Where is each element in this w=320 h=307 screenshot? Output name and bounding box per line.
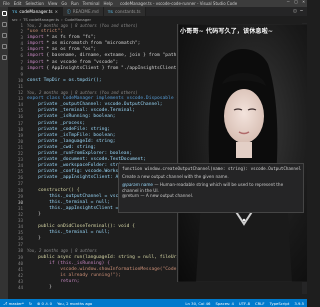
sync-icon[interactable]: ↻: [29, 301, 32, 306]
problems-status[interactable]: ⊗ 0 ⚠ 0: [37, 301, 52, 306]
run-debug-icon[interactable]: [1, 44, 7, 49]
menu-run[interactable]: Run: [71, 1, 79, 6]
split-editor-icon[interactable]: ◫: [294, 9, 297, 14]
breadcrumb-file[interactable]: TS codeManager.ts: [23, 17, 59, 22]
source-control-icon[interactable]: [1, 33, 7, 38]
breadcrumb-folder[interactable]: src: [12, 17, 18, 22]
line-number: 44: [17, 285, 23, 291]
language-mode[interactable]: TypeScript: [270, 301, 290, 306]
menu-view[interactable]: View: [48, 1, 58, 6]
tab-constants[interactable]: TS constants.ts: [103, 7, 146, 16]
indentation[interactable]: Spaces: 4: [215, 301, 233, 306]
cursor-position[interactable]: Ln 30, Col 46: [185, 301, 210, 306]
breadcrumb-symbol[interactable]: CodeManager: [65, 17, 91, 22]
tooltip-returns: @return — A new output channel.: [122, 193, 194, 198]
typescript-file-icon: TS: [12, 9, 18, 14]
chevron-right-icon: ›: [19, 16, 22, 22]
menu-go[interactable]: Go: [61, 1, 67, 6]
breadcrumb: src › TS codeManager.ts › CodeManager: [8, 16, 91, 22]
encoding[interactable]: UTF-8: [239, 301, 250, 306]
tab-readme[interactable]: ⓘ README.md: [62, 7, 104, 16]
menu-bar: File Edit Selection View Go Run Terminal…: [0, 1, 113, 6]
git-blame-status[interactable]: You, 2 months ago: [57, 301, 92, 306]
typescript-file-icon: TS: [107, 9, 114, 14]
menu-edit[interactable]: Edit: [14, 1, 22, 6]
tooltip-param: @param name — Human-readable string whic…: [122, 182, 284, 193]
portrait-photo: [178, 24, 307, 282]
status-bar: ⎇ master* ↻ ⊗ 0 ⚠ 0 You, 2 months ago Ln…: [0, 299, 307, 307]
menu-file[interactable]: File: [3, 1, 10, 6]
line-ending[interactable]: CRLF: [255, 301, 265, 306]
title-bar: File Edit Selection View Go Run Terminal…: [0, 0, 307, 7]
break-reminder-caption: 小哥哥~ 代码写久了，该休息啦~: [180, 28, 273, 35]
code-line: }: [27, 285, 52, 291]
explorer-icon[interactable]: [1, 11, 7, 16]
line-number-gutter: 1 2 3 4 5 6 7 8 9 10 11 12 13 14 15 16 17 18 19 20 21 22 23 24 2…: [8, 23, 26, 291]
extensions-icon[interactable]: [1, 55, 7, 60]
editor-tabs: TS codeManager.ts × ⓘ README.md TS const…: [8, 7, 307, 16]
ts-version[interactable]: 3.9.5: [294, 301, 304, 306]
search-icon[interactable]: [1, 22, 7, 27]
tab-label: constants.ts: [115, 9, 141, 14]
menu-help[interactable]: Help: [104, 1, 113, 6]
hover-tooltip: function window.createOutputChannel(name…: [118, 163, 304, 213]
chevron-right-icon: ›: [61, 16, 63, 22]
close-window-button[interactable]: ×: [302, 0, 305, 5]
tab-label: codeManager.ts: [19, 9, 53, 14]
editor-actions: ◫ ⋯: [294, 7, 307, 16]
tab-label: README.md: [72, 9, 99, 14]
maximize-button[interactable]: □: [295, 0, 298, 5]
window-title: codeManager.ts - vscode-code-runner - Vi…: [120, 1, 238, 6]
markdown-file-icon: ⓘ: [66, 8, 71, 14]
minimize-button[interactable]: –: [287, 0, 290, 5]
more-actions-icon[interactable]: ⋯: [300, 9, 303, 14]
menu-terminal[interactable]: Terminal: [83, 1, 100, 6]
tooltip-signature: function window.createOutputChannel(name…: [122, 166, 301, 171]
tab-codemanager[interactable]: TS codeManager.ts ×: [8, 7, 63, 16]
activity-bar: [0, 7, 8, 299]
break-reminder-image: 小哥哥~ 代码写久了，该休息啦~: [177, 24, 307, 282]
branch-status[interactable]: ⎇ master*: [3, 301, 24, 306]
tooltip-description: Create a new output channel with the giv…: [122, 174, 229, 179]
close-tab-icon[interactable]: ×: [55, 9, 58, 14]
menu-selection[interactable]: Selection: [25, 1, 43, 6]
window-controls: – □ ×: [287, 0, 305, 5]
